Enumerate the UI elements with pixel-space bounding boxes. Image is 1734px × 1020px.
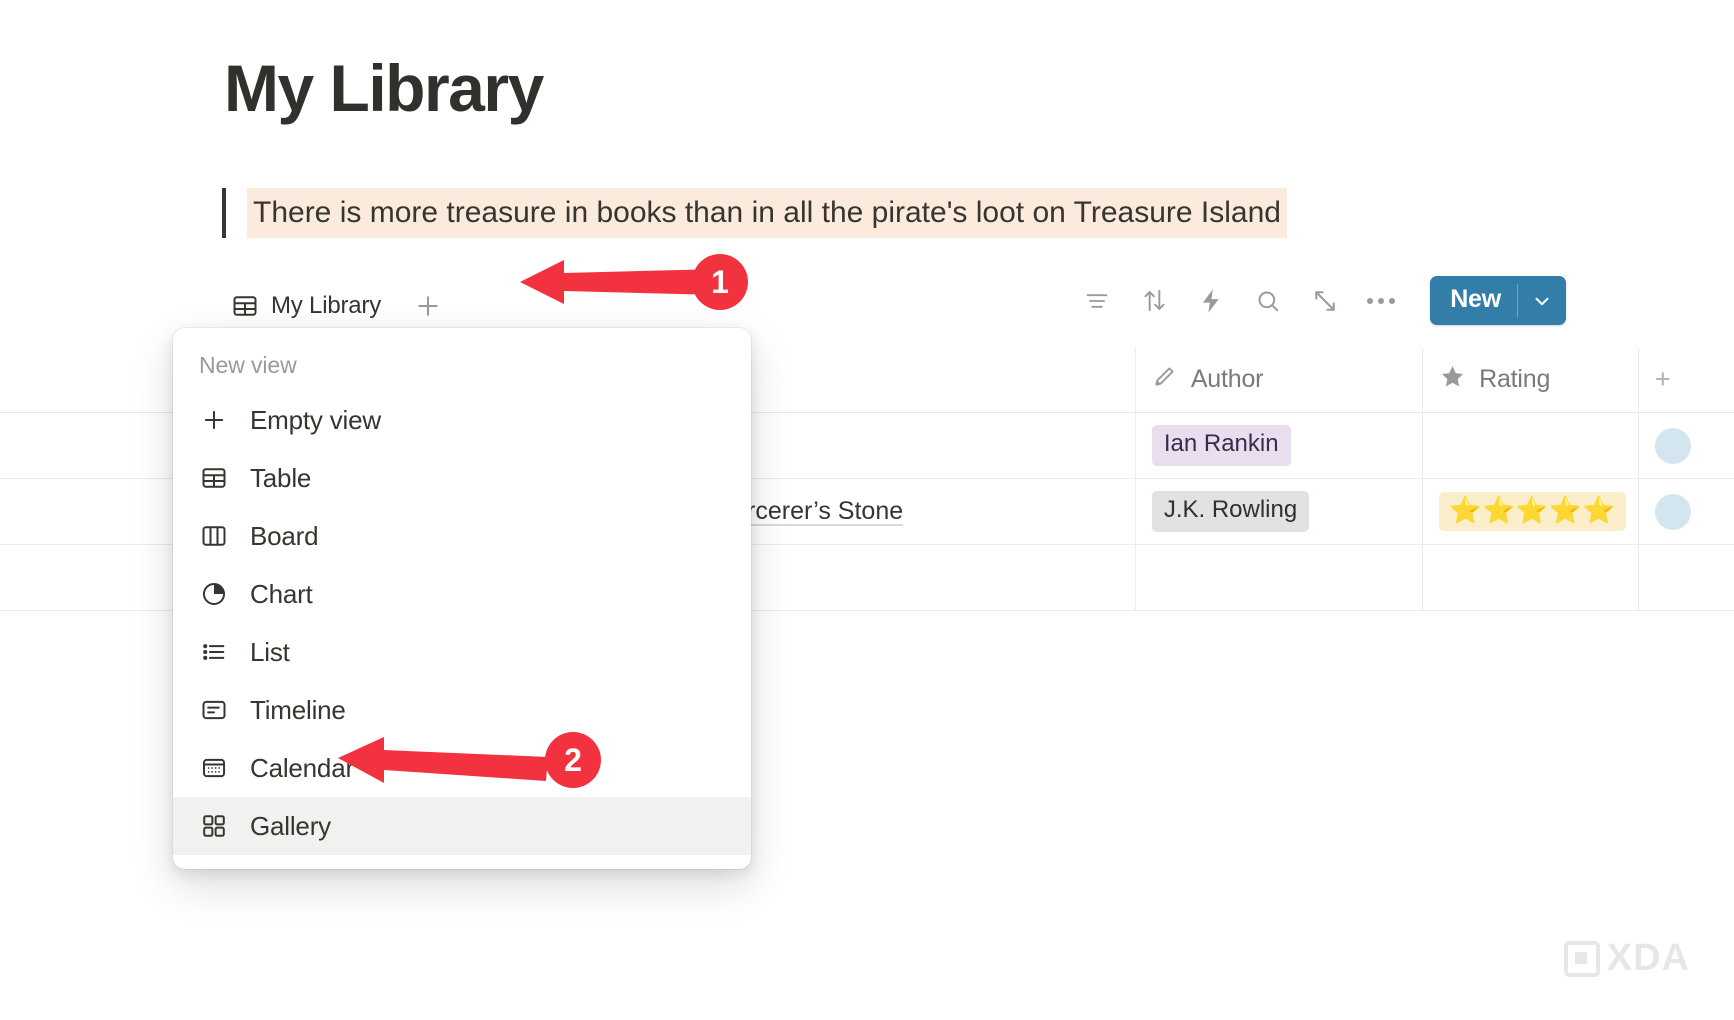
new-button-label: New	[1450, 285, 1501, 313]
menu-item-list[interactable]: List	[173, 623, 751, 681]
menu-item-board[interactable]: Board	[173, 507, 751, 565]
annotation-badge-2: 2	[545, 732, 601, 788]
cell-extra[interactable]	[1639, 413, 1734, 479]
cell-extra[interactable]	[1639, 545, 1734, 611]
annotation-arrow-2	[338, 737, 548, 783]
new-button[interactable]: New	[1430, 276, 1566, 325]
xda-logo-icon	[1563, 940, 1600, 977]
list-icon	[199, 637, 229, 667]
quote-text: There is more treasure in books than in …	[247, 188, 1287, 238]
menu-item-table[interactable]: Table	[173, 449, 751, 507]
page-title: My Library	[224, 51, 544, 125]
timeline-icon	[199, 695, 229, 725]
notion-database-page: My Library There is more treasure in boo…	[0, 0, 1734, 1020]
xda-watermark-text: XDA	[1606, 937, 1690, 979]
xda-watermark: XDA	[1563, 937, 1690, 980]
menu-item-empty-view[interactable]: Empty view	[173, 391, 751, 449]
plus-icon: +	[1654, 364, 1671, 394]
menu-item-chart[interactable]: Chart	[173, 565, 751, 623]
quote-block: There is more treasure in books than in …	[222, 188, 1287, 238]
annotation-badge-1: 1	[692, 254, 748, 310]
pencil-icon	[1152, 363, 1178, 396]
view-tab-bar: My Library	[224, 287, 445, 325]
menu-item-timeline[interactable]: Timeline	[173, 681, 751, 739]
add-view-button[interactable]	[411, 289, 445, 323]
cell-author[interactable]: Ian Rankin	[1136, 412, 1424, 479]
view-tab-label: My Library	[271, 292, 382, 319]
cell-rating[interactable]	[1423, 544, 1639, 611]
sort-icon[interactable]	[1139, 286, 1169, 316]
cell-author[interactable]: J.K. Rowling	[1136, 478, 1424, 545]
menu-item-label: List	[250, 636, 290, 667]
cell-author[interactable]	[1136, 544, 1424, 611]
new-view-menu: New view Empty view Table Board Chart Li…	[173, 328, 751, 869]
board-icon	[199, 521, 229, 551]
avatar	[1654, 427, 1691, 464]
rating-stars: ⭐⭐⭐⭐⭐	[1439, 492, 1626, 531]
chevron-down-icon[interactable]	[1518, 276, 1566, 325]
cell-extra[interactable]	[1639, 479, 1734, 545]
menu-item-label: Empty view	[250, 404, 381, 435]
table-icon	[199, 463, 229, 493]
plus-icon	[199, 405, 229, 435]
more-options-icon[interactable]	[1367, 297, 1396, 304]
column-header-author[interactable]: Author	[1136, 346, 1424, 413]
chart-pie-icon	[199, 579, 229, 609]
add-column-button[interactable]: +	[1639, 347, 1734, 413]
menu-item-label: Timeline	[250, 694, 346, 725]
expand-icon[interactable]	[1310, 286, 1340, 316]
gallery-grid-icon	[199, 811, 229, 841]
avatar	[1654, 493, 1691, 530]
table-icon	[230, 291, 260, 321]
menu-item-label: Gallery	[250, 810, 331, 841]
database-toolbar: New	[1082, 276, 1566, 325]
quote-bar	[222, 188, 226, 238]
column-header-rating[interactable]: Rating	[1423, 346, 1639, 413]
cell-rating[interactable]	[1423, 412, 1639, 479]
menu-item-label: Board	[250, 520, 319, 551]
view-tab-my-library[interactable]: My Library	[224, 287, 387, 325]
author-tag: J.K. Rowling	[1151, 491, 1310, 532]
menu-item-gallery[interactable]: Gallery	[173, 797, 751, 855]
search-icon[interactable]	[1253, 286, 1283, 316]
author-tag: Ian Rankin	[1151, 425, 1291, 466]
filter-icon[interactable]	[1082, 286, 1112, 316]
annotation-arrow-1	[520, 260, 720, 304]
automation-bolt-icon[interactable]	[1196, 286, 1226, 316]
cell-rating[interactable]: ⭐⭐⭐⭐⭐	[1423, 478, 1639, 545]
menu-item-label: Table	[250, 462, 312, 493]
column-header-author-label: Author	[1190, 365, 1264, 393]
column-header-rating-label: Rating	[1479, 365, 1551, 393]
new-view-menu-heading: New view	[199, 352, 297, 378]
star-icon	[1439, 363, 1466, 397]
calendar-icon	[199, 753, 229, 783]
menu-item-label: Chart	[250, 578, 313, 609]
